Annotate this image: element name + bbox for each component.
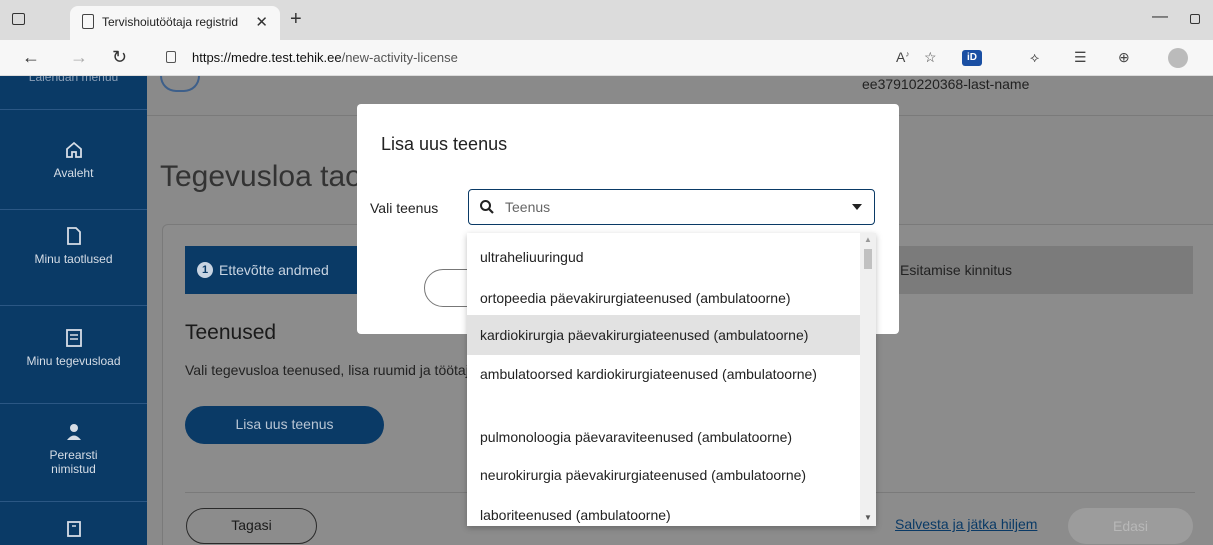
next-button[interactable]: Edasi xyxy=(1068,508,1193,544)
favorite-icon[interactable]: ☆ xyxy=(924,49,937,66)
step-label: Esitamise kinnitus xyxy=(900,262,1013,278)
sidebar: Laiendan menüü Avaleht Minu taotlused Mi… xyxy=(0,76,147,545)
back-icon[interactable]: ← xyxy=(22,46,40,68)
modal-title: Lisa uus teenus xyxy=(381,134,508,154)
url-path: /new-activity-license xyxy=(341,50,458,65)
document-icon xyxy=(66,227,81,245)
home-icon xyxy=(65,141,82,158)
sidebar-item-home[interactable]: Avaleht xyxy=(0,110,147,210)
tab-actions-icon[interactable] xyxy=(8,8,30,30)
license-icon xyxy=(65,329,82,347)
address-bar: ← → ↻ https://medre.test.tehik.ee/new-ac… xyxy=(0,40,1213,76)
save-later-link[interactable]: Salvesta ja jätka hiljem xyxy=(895,516,1037,532)
forward-icon[interactable]: → xyxy=(70,46,88,68)
step-active[interactable]: 1 Ettevõtte andmed xyxy=(185,246,367,294)
step-confirm[interactable]: Esitamise kinnitus xyxy=(875,246,1193,294)
tab-close-icon[interactable]: ✕ xyxy=(255,13,268,31)
scroll-up-icon[interactable]: ▲ xyxy=(864,235,872,244)
select-label: Vali teenus xyxy=(370,200,439,216)
page-icon xyxy=(82,14,94,29)
profile-avatar-icon[interactable] xyxy=(1168,48,1188,68)
back-button[interactable]: Tagasi xyxy=(186,508,317,544)
user-name[interactable]: ee37910220368-last-name xyxy=(862,76,1029,92)
favorites-bar-icon[interactable]: ☰ xyxy=(1074,49,1087,66)
scroll-thumb[interactable] xyxy=(864,249,872,269)
tab-title: Tervishoiutöötaja registrid xyxy=(102,15,239,29)
section-title: Teenused xyxy=(185,321,277,344)
step-label: Ettevõtte andmed xyxy=(219,262,329,278)
sidebar-item-applications[interactable]: Minu taotlused xyxy=(0,210,147,306)
collections-icon[interactable]: ⊕ xyxy=(1118,49,1130,66)
new-tab-icon[interactable]: + xyxy=(290,8,302,30)
add-service-button[interactable]: Lisa uus teenus xyxy=(185,406,384,444)
maximize-icon[interactable] xyxy=(1190,14,1200,24)
service-option[interactable]: neurokirurgia päevakirurgiateenused (amb… xyxy=(467,465,860,485)
service-option[interactable]: ortopeedia päevakirurgiateenused (ambula… xyxy=(467,288,860,308)
lock-icon[interactable] xyxy=(166,51,176,63)
extensions-icon[interactable]: ⟡ xyxy=(1030,49,1039,66)
sidebar-item-more[interactable] xyxy=(0,502,147,545)
id-extension-icon[interactable]: iD xyxy=(962,50,982,66)
sidebar-menu-label: Laiendan menüü xyxy=(28,76,119,84)
read-aloud-icon[interactable]: A♪ xyxy=(896,49,909,65)
sidebar-item-licenses[interactable]: Minu tegevusload xyxy=(0,306,147,404)
browser-tab-bar: Tervishoiutöötaja registrid ✕ + — xyxy=(0,0,1213,40)
sidebar-item-label: Perearsti nimistud xyxy=(49,448,98,476)
sidebar-item-label: Minu taotlused xyxy=(34,252,113,266)
scroll-down-icon[interactable]: ▼ xyxy=(864,513,872,522)
service-option[interactable]: ambulatoorsed kardiokirurgiateenused (am… xyxy=(467,364,860,384)
chevron-down-icon[interactable] xyxy=(852,204,862,210)
service-option[interactable]: ultraheliuuringud xyxy=(467,247,860,267)
sidebar-item-label: Avaleht xyxy=(53,166,94,180)
select-placeholder: Teenus xyxy=(505,199,551,215)
section-description: Vali tegevusloa teenused, lisa ruumid ja… xyxy=(185,362,475,378)
sidebar-item-label: Minu tegevusload xyxy=(26,354,121,368)
building-icon xyxy=(66,521,81,537)
sidebar-item-gp-lists[interactable]: Perearsti nimistud xyxy=(0,404,147,502)
service-option[interactable]: laboriteenused (ambulatoorne) xyxy=(467,505,860,525)
service-option[interactable]: pulmonoloogia päevaraviteenused (ambulat… xyxy=(467,427,860,447)
service-option-selected[interactable]: kardiokirurgia päevakirurgiateenused (am… xyxy=(467,315,860,355)
dropdown-scrollbar[interactable]: ▲ ▼ xyxy=(860,233,876,526)
search-icon xyxy=(480,200,494,214)
service-select[interactable]: Teenus xyxy=(468,189,875,225)
step-number: 1 xyxy=(197,262,213,278)
service-options-list: ultraheliuuringud ortopeedia päevakirurg… xyxy=(467,233,876,526)
refresh-icon[interactable]: ↻ xyxy=(112,46,127,68)
minimize-icon[interactable]: — xyxy=(1152,8,1168,26)
url-host: https://medre.test.tehik.ee xyxy=(192,50,342,65)
browser-tab[interactable]: Tervishoiutöötaja registrid ✕ xyxy=(70,6,280,40)
doctor-icon xyxy=(66,424,81,440)
sidebar-expand-menu[interactable]: Laiendan menüü xyxy=(0,76,147,110)
